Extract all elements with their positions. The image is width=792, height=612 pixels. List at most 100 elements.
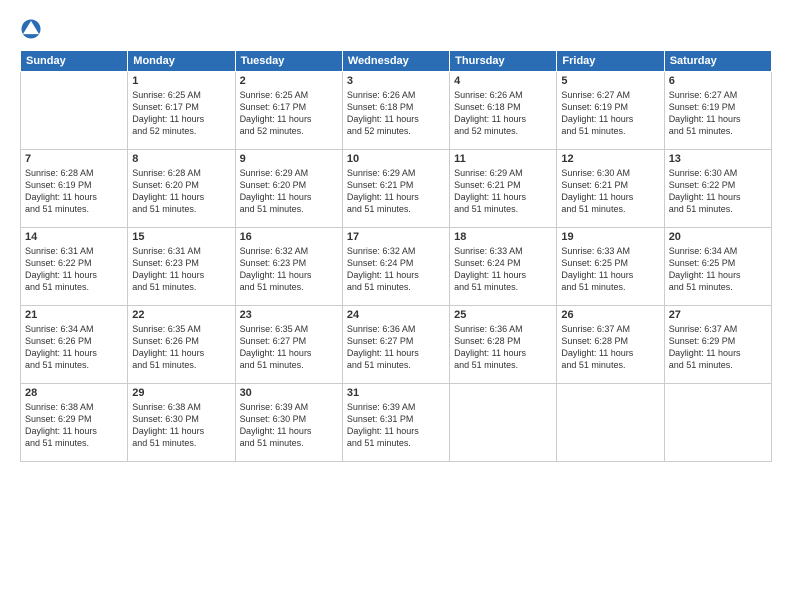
- day-info: Sunrise: 6:37 AM Sunset: 6:28 PM Dayligh…: [561, 323, 659, 372]
- calendar-col-header: Wednesday: [342, 51, 449, 72]
- day-info: Sunrise: 6:29 AM Sunset: 6:20 PM Dayligh…: [240, 167, 338, 216]
- day-number: 10: [347, 153, 445, 165]
- calendar-cell: 16 Sunrise: 6:32 AM Sunset: 6:23 PM Dayli…: [235, 228, 342, 306]
- calendar-cell: 5 Sunrise: 6:27 AM Sunset: 6:19 PM Daylig…: [557, 72, 664, 150]
- calendar-col-header: Sunday: [21, 51, 128, 72]
- day-number: 23: [240, 309, 338, 321]
- calendar-week-row: 7 Sunrise: 6:28 AM Sunset: 6:19 PM Daylig…: [21, 150, 772, 228]
- calendar-cell: [557, 384, 664, 462]
- day-number: 7: [25, 153, 123, 165]
- day-number: 21: [25, 309, 123, 321]
- day-number: 9: [240, 153, 338, 165]
- calendar-cell: 19 Sunrise: 6:33 AM Sunset: 6:25 PM Dayli…: [557, 228, 664, 306]
- day-number: 30: [240, 387, 338, 399]
- calendar-cell: 6Sunrise: 6:27 AM Sunset: 6:19 PM Daylig…: [664, 72, 771, 150]
- day-info: Sunrise: 6:28 AM Sunset: 6:20 PM Dayligh…: [132, 167, 230, 216]
- calendar-cell: 20 Sunrise: 6:34 AM Sunset: 6:25 PM Dayli…: [664, 228, 771, 306]
- day-info: Sunrise: 6:39 AM Sunset: 6:31 PM Dayligh…: [347, 401, 445, 450]
- day-number: 22: [132, 309, 230, 321]
- calendar-cell: 23 Sunrise: 6:35 AM Sunset: 6:27 PM Dayli…: [235, 306, 342, 384]
- calendar-cell: 18 Sunrise: 6:33 AM Sunset: 6:24 PM Dayli…: [450, 228, 557, 306]
- day-number: 5: [561, 75, 659, 87]
- calendar-cell: [664, 384, 771, 462]
- day-info: Sunrise: 6:32 AM Sunset: 6:24 PM Dayligh…: [347, 245, 445, 294]
- day-info: Sunrise: 6:32 AM Sunset: 6:23 PM Dayligh…: [240, 245, 338, 294]
- calendar-week-row: 21 Sunrise: 6:34 AM Sunset: 6:26 PM Dayli…: [21, 306, 772, 384]
- day-info: Sunrise: 6:29 AM Sunset: 6:21 PM Dayligh…: [454, 167, 552, 216]
- day-info: Sunrise: 6:34 AM Sunset: 6:25 PM Dayligh…: [669, 245, 767, 294]
- day-number: 19: [561, 231, 659, 243]
- day-info: Sunrise: 6:35 AM Sunset: 6:27 PM Dayligh…: [240, 323, 338, 372]
- calendar-cell: 30Sunrise: 6:39 AM Sunset: 6:30 PM Dayli…: [235, 384, 342, 462]
- day-info: Sunrise: 6:29 AM Sunset: 6:21 PM Dayligh…: [347, 167, 445, 216]
- day-info: Sunrise: 6:26 AM Sunset: 6:18 PM Dayligh…: [454, 89, 552, 138]
- day-info: Sunrise: 6:30 AM Sunset: 6:22 PM Dayligh…: [669, 167, 767, 216]
- day-number: 11: [454, 153, 552, 165]
- calendar-header-row: SundayMondayTuesdayWednesdayThursdayFrid…: [21, 51, 772, 72]
- day-info: Sunrise: 6:27 AM Sunset: 6:19 PM Dayligh…: [561, 89, 659, 138]
- calendar-cell: 21 Sunrise: 6:34 AM Sunset: 6:26 PM Dayli…: [21, 306, 128, 384]
- day-info: Sunrise: 6:33 AM Sunset: 6:24 PM Dayligh…: [454, 245, 552, 294]
- day-number: 3: [347, 75, 445, 87]
- day-info: Sunrise: 6:27 AM Sunset: 6:19 PM Dayligh…: [669, 89, 767, 138]
- calendar-cell: 2 Sunrise: 6:25 AM Sunset: 6:17 PM Daylig…: [235, 72, 342, 150]
- logo: [20, 18, 44, 40]
- calendar-cell: 3 Sunrise: 6:26 AM Sunset: 6:18 PM Daylig…: [342, 72, 449, 150]
- calendar-cell: 14 Sunrise: 6:31 AM Sunset: 6:22 PM Dayli…: [21, 228, 128, 306]
- calendar-cell: 27Sunrise: 6:37 AM Sunset: 6:29 PM Dayli…: [664, 306, 771, 384]
- day-info: Sunrise: 6:36 AM Sunset: 6:27 PM Dayligh…: [347, 323, 445, 372]
- day-info: Sunrise: 6:33 AM Sunset: 6:25 PM Dayligh…: [561, 245, 659, 294]
- day-info: Sunrise: 6:31 AM Sunset: 6:22 PM Dayligh…: [25, 245, 123, 294]
- day-number: 16: [240, 231, 338, 243]
- day-info: Sunrise: 6:31 AM Sunset: 6:23 PM Dayligh…: [132, 245, 230, 294]
- page: SundayMondayTuesdayWednesdayThursdayFrid…: [0, 0, 792, 612]
- calendar-col-header: Thursday: [450, 51, 557, 72]
- day-info: Sunrise: 6:30 AM Sunset: 6:21 PM Dayligh…: [561, 167, 659, 216]
- calendar-col-header: Monday: [128, 51, 235, 72]
- day-number: 1: [132, 75, 230, 87]
- day-info: Sunrise: 6:26 AM Sunset: 6:18 PM Dayligh…: [347, 89, 445, 138]
- day-info: Sunrise: 6:36 AM Sunset: 6:28 PM Dayligh…: [454, 323, 552, 372]
- calendar-cell: 1 Sunrise: 6:25 AM Sunset: 6:17 PM Daylig…: [128, 72, 235, 150]
- day-number: 17: [347, 231, 445, 243]
- day-number: 18: [454, 231, 552, 243]
- calendar-cell: [450, 384, 557, 462]
- day-number: 28: [25, 387, 123, 399]
- day-number: 13: [669, 153, 767, 165]
- calendar-table: SundayMondayTuesdayWednesdayThursdayFrid…: [20, 50, 772, 462]
- day-number: 8: [132, 153, 230, 165]
- calendar-cell: 25 Sunrise: 6:36 AM Sunset: 6:28 PM Dayli…: [450, 306, 557, 384]
- calendar-cell: 12 Sunrise: 6:30 AM Sunset: 6:21 PM Dayli…: [557, 150, 664, 228]
- calendar-col-header: Friday: [557, 51, 664, 72]
- calendar-cell: 17 Sunrise: 6:32 AM Sunset: 6:24 PM Dayli…: [342, 228, 449, 306]
- day-number: 4: [454, 75, 552, 87]
- day-number: 29: [132, 387, 230, 399]
- day-number: 12: [561, 153, 659, 165]
- calendar-cell: 24 Sunrise: 6:36 AM Sunset: 6:27 PM Dayli…: [342, 306, 449, 384]
- calendar-cell: 28 Sunrise: 6:38 AM Sunset: 6:29 PM Dayli…: [21, 384, 128, 462]
- calendar-week-row: 14 Sunrise: 6:31 AM Sunset: 6:22 PM Dayli…: [21, 228, 772, 306]
- calendar-cell: 13 Sunrise: 6:30 AM Sunset: 6:22 PM Dayli…: [664, 150, 771, 228]
- day-info: Sunrise: 6:38 AM Sunset: 6:29 PM Dayligh…: [25, 401, 123, 450]
- day-number: 14: [25, 231, 123, 243]
- day-number: 26: [561, 309, 659, 321]
- day-number: 25: [454, 309, 552, 321]
- day-number: 31: [347, 387, 445, 399]
- day-info: Sunrise: 6:25 AM Sunset: 6:17 PM Dayligh…: [240, 89, 338, 138]
- calendar-cell: 7 Sunrise: 6:28 AM Sunset: 6:19 PM Daylig…: [21, 150, 128, 228]
- day-number: 24: [347, 309, 445, 321]
- day-number: 20: [669, 231, 767, 243]
- calendar-cell: 9 Sunrise: 6:29 AM Sunset: 6:20 PM Daylig…: [235, 150, 342, 228]
- calendar-cell: 10 Sunrise: 6:29 AM Sunset: 6:21 PM Dayli…: [342, 150, 449, 228]
- calendar-cell: 26 Sunrise: 6:37 AM Sunset: 6:28 PM Dayli…: [557, 306, 664, 384]
- day-info: Sunrise: 6:37 AM Sunset: 6:29 PM Dayligh…: [669, 323, 767, 372]
- calendar-cell: 15Sunrise: 6:31 AM Sunset: 6:23 PM Dayli…: [128, 228, 235, 306]
- day-info: Sunrise: 6:34 AM Sunset: 6:26 PM Dayligh…: [25, 323, 123, 372]
- calendar-cell: 22Sunrise: 6:35 AM Sunset: 6:26 PM Dayli…: [128, 306, 235, 384]
- calendar-col-header: Tuesday: [235, 51, 342, 72]
- day-info: Sunrise: 6:25 AM Sunset: 6:17 PM Dayligh…: [132, 89, 230, 138]
- calendar-week-row: 1 Sunrise: 6:25 AM Sunset: 6:17 PM Daylig…: [21, 72, 772, 150]
- day-info: Sunrise: 6:28 AM Sunset: 6:19 PM Dayligh…: [25, 167, 123, 216]
- day-number: 2: [240, 75, 338, 87]
- calendar-cell: 29Sunrise: 6:38 AM Sunset: 6:30 PM Dayli…: [128, 384, 235, 462]
